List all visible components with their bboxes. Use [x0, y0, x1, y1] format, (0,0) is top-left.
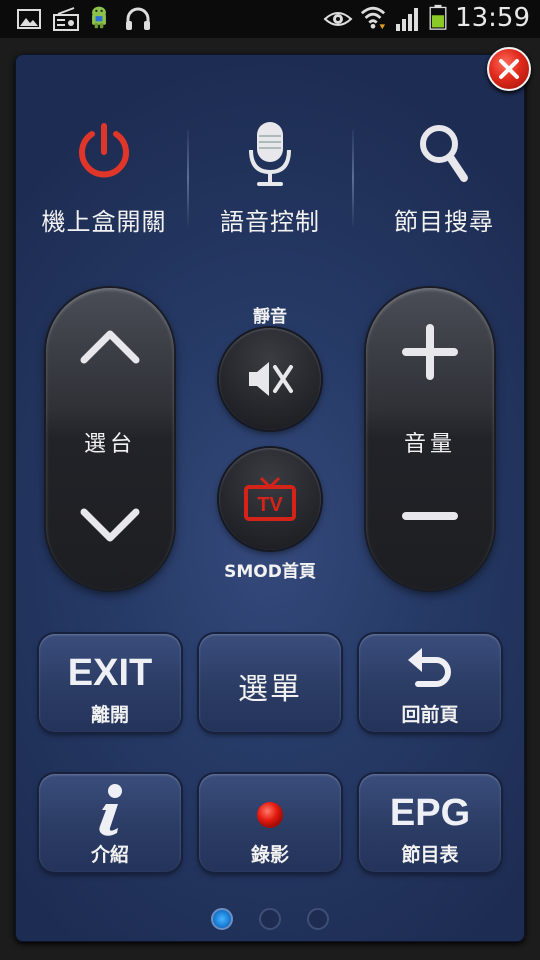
status-bar: 13:59 — [0, 0, 540, 38]
exit-button[interactable]: EXIT 離開 — [39, 634, 181, 732]
voice-control-button[interactable]: 語音控制 — [185, 120, 355, 250]
info-icon — [99, 784, 122, 836]
volume-up-button[interactable] — [366, 308, 494, 418]
android-icon — [92, 6, 106, 29]
minus-icon — [402, 512, 458, 520]
microphone-icon — [249, 122, 291, 186]
clock: 13:59 — [455, 3, 530, 33]
page-dot-2[interactable] — [259, 908, 281, 930]
divider — [352, 130, 354, 226]
mute-button[interactable] — [219, 328, 321, 430]
exit-text: EXIT — [67, 652, 153, 694]
channel-label: 選台 — [83, 432, 136, 457]
page-dot-1[interactable] — [211, 908, 233, 930]
epg-label: 節目表 — [401, 844, 459, 866]
mute-label: 靜音 — [253, 307, 287, 327]
back-label: 回前頁 — [401, 704, 459, 726]
exit-label: 離開 — [90, 704, 129, 726]
epg-button[interactable]: EPG 節目表 — [359, 774, 501, 872]
volume-down-button[interactable] — [366, 468, 494, 578]
channel-control: 選台 — [46, 288, 174, 590]
chevron-down-icon — [80, 508, 140, 542]
volume-control: 音量 — [366, 288, 494, 590]
battery-icon — [429, 4, 447, 30]
gallery-icon — [17, 9, 41, 29]
program-search-label: 節目搜尋 — [394, 208, 494, 236]
record-icon — [257, 802, 283, 828]
power-label: 機上盒開關 — [41, 208, 167, 236]
channel-down-button[interactable] — [46, 468, 174, 578]
mute-icon — [249, 362, 293, 396]
info-label: 介紹 — [90, 844, 129, 866]
smod-label: SMOD首頁 — [224, 562, 316, 582]
volume-label: 音量 — [403, 432, 456, 457]
smod-home-button[interactable]: TV — [219, 448, 321, 550]
signal-icon — [396, 8, 418, 31]
program-search-button[interactable]: 節目搜尋 — [359, 120, 529, 250]
page-dot-3[interactable] — [307, 908, 329, 930]
headphones-icon — [126, 7, 150, 30]
record-label: 錄影 — [250, 844, 289, 866]
back-button[interactable]: 回前頁 — [359, 634, 501, 732]
back-arrow-icon — [408, 648, 451, 687]
info-button[interactable]: 介紹 — [39, 774, 181, 872]
eye-icon — [323, 12, 353, 26]
tv-icon: TV — [244, 476, 296, 521]
power-icon — [79, 123, 129, 178]
menu-button[interactable]: 選單 — [199, 634, 341, 732]
epg-text: EPG — [389, 792, 471, 834]
svg-text:TV: TV — [257, 494, 283, 516]
search-icon — [420, 125, 468, 182]
wifi-icon — [360, 6, 386, 30]
channel-up-button[interactable] — [46, 308, 174, 418]
record-button[interactable]: 錄影 — [199, 774, 341, 872]
close-button[interactable] — [487, 47, 531, 91]
menu-label: 選單 — [238, 672, 302, 707]
plus-icon — [402, 324, 458, 380]
close-icon — [499, 59, 519, 79]
voice-control-label: 語音控制 — [220, 208, 320, 236]
chevron-up-icon — [80, 330, 140, 364]
power-button[interactable]: 機上盒開關 — [19, 120, 189, 250]
radio-icon — [53, 7, 79, 31]
